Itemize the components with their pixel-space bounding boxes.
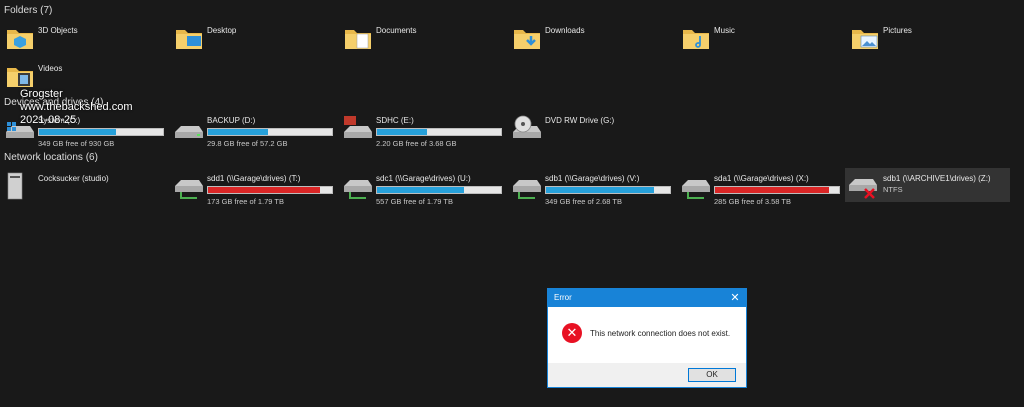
music-folder-icon (683, 30, 709, 49)
folder-name: Desktop (207, 26, 237, 35)
drive-free-space: 349 GB free of 2.68 TB (545, 197, 622, 206)
dialog-title: Error (554, 293, 572, 302)
drive-usage-fill (39, 129, 116, 135)
drive-name: BACKUP (D:) (207, 116, 256, 125)
drive-usage-fill (715, 187, 830, 193)
watermark: Grogster www.thebackshed.com 2021-08-25 (20, 88, 133, 127)
drive-usage-fill (208, 129, 268, 135)
disconnected-network-drive-icon (849, 179, 877, 199)
dialog-titlebar[interactable]: Error ✕ (548, 289, 746, 307)
drive-usage-fill (377, 129, 427, 135)
folder-desktop[interactable]: Desktop (173, 22, 333, 58)
folder-name: Documents (376, 26, 417, 35)
network-drive-icon (344, 180, 372, 199)
drive-usage-bar (207, 186, 333, 194)
close-icon[interactable]: ✕ (728, 289, 742, 307)
network-drive-x[interactable]: sda1 (\\Garage\drives) (X:) 285 GB free … (680, 170, 845, 206)
3d-objects-folder-icon (7, 30, 33, 49)
network-name: sdd1 (\\Garage\drives) (T:) (207, 174, 301, 183)
drive-name: SDHC (E:) (376, 116, 414, 125)
sd-card-drive-icon (344, 116, 372, 138)
network-drive-icon (175, 180, 203, 199)
network-drive-t[interactable]: sdd1 (\\Garage\drives) (T:) 173 GB free … (173, 170, 338, 206)
drive-free-space: 557 GB free of 1.79 TB (376, 197, 453, 206)
drive-free-space: 349 GB free of 930 GB (38, 139, 115, 148)
folder-downloads[interactable]: Downloads (511, 22, 671, 58)
error-icon: ✕ (562, 323, 582, 343)
filesystem-label: NTFS (883, 185, 903, 194)
ok-button[interactable]: OK (688, 368, 736, 382)
folder-name: Downloads (545, 26, 585, 35)
drive-usage-fill (208, 187, 320, 193)
desktop-folder-icon (176, 30, 202, 49)
folder-music[interactable]: Music (680, 22, 840, 58)
error-dialog: Error ✕ ✕ This network connection does n… (547, 288, 747, 388)
network-name: Cocksucker (studio) (38, 174, 109, 183)
dvd-drive-icon (513, 115, 541, 138)
drive-usage-bar (545, 186, 671, 194)
drive-usage-fill (377, 187, 464, 193)
drive-usage-bar (376, 128, 502, 136)
drive-usage-bar (207, 128, 333, 136)
network-name: sdc1 (\\Garage\drives) (U:) (376, 174, 471, 183)
watermark-author: Grogster (20, 88, 63, 100)
network-header[interactable]: Network locations (6) (4, 152, 98, 163)
watermark-site: www.thebackshed.com (20, 101, 133, 113)
drive-g[interactable]: DVD RW Drive (G:) (511, 112, 676, 148)
folder-name: Videos (38, 64, 63, 73)
drive-usage-bar (38, 128, 164, 136)
network-drive-z[interactable]: sdb1 (\\ARCHIVE1\drives) (Z:) NTFS (845, 168, 1010, 202)
network-drive-icon (513, 180, 541, 199)
documents-folder-icon (345, 30, 371, 49)
folder-name: Pictures (883, 26, 912, 35)
folder-name: 3D Objects (38, 26, 78, 35)
folders-header[interactable]: Folders (7) (4, 5, 52, 16)
folder-pictures[interactable]: Pictures (849, 22, 1009, 58)
drive-usage-fill (546, 187, 654, 193)
drive-e[interactable]: SDHC (E:) 2.20 GB free of 3.68 GB (342, 112, 507, 148)
downloads-folder-icon (514, 30, 540, 49)
network-name: sda1 (\\Garage\drives) (X:) (714, 174, 809, 183)
folder-3d-objects[interactable]: 3D Objects (4, 22, 164, 58)
network-location-studio[interactable]: Cocksucker (studio) (4, 170, 169, 206)
drive-usage-bar (714, 186, 840, 194)
folder-documents[interactable]: Documents (342, 22, 502, 58)
computer-icon (7, 172, 23, 200)
dialog-content: ✕ This network connection does not exist… (548, 307, 746, 363)
network-drive-icon (682, 180, 710, 199)
watermark-date: 2021-08-25 (20, 114, 77, 126)
hard-drive-icon (175, 126, 203, 138)
dialog-footer: OK (548, 363, 746, 389)
drive-free-space: 173 GB free of 1.79 TB (207, 197, 284, 206)
drive-free-space: 285 GB free of 3.58 TB (714, 197, 791, 206)
pictures-folder-icon (852, 30, 878, 49)
drive-name: DVD RW Drive (G:) (545, 116, 615, 125)
drive-free-space: 29.8 GB free of 57.2 GB (207, 139, 288, 148)
drive-d[interactable]: BACKUP (D:) 29.8 GB free of 57.2 GB (173, 112, 338, 148)
folder-name: Music (714, 26, 735, 35)
network-name: sdb1 (\\ARCHIVE1\drives) (Z:) (883, 174, 991, 183)
network-drive-u[interactable]: sdc1 (\\Garage\drives) (U:) 557 GB free … (342, 170, 507, 206)
drive-free-space: 2.20 GB free of 3.68 GB (376, 139, 457, 148)
dialog-message: This network connection does not exist. (590, 329, 731, 338)
network-drive-v[interactable]: sdb1 (\\Garage\drives) (V:) 349 GB free … (511, 170, 676, 206)
network-name: sdb1 (\\Garage\drives) (V:) (545, 174, 640, 183)
drive-usage-bar (376, 186, 502, 194)
